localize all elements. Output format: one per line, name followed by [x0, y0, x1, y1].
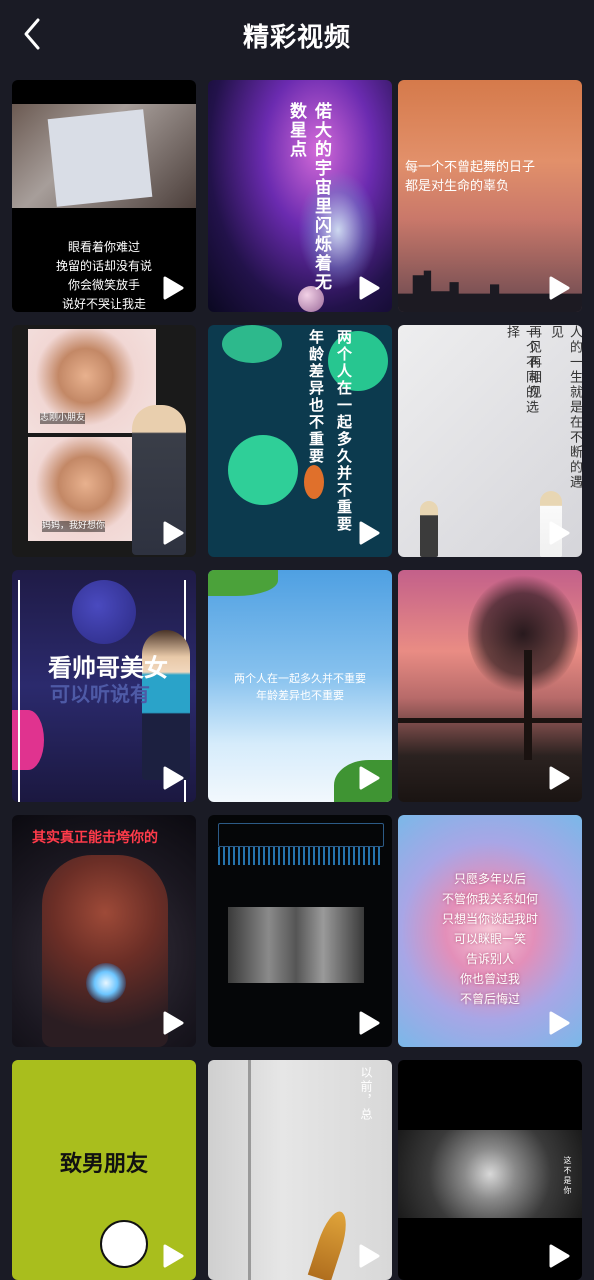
video-caption-15: 这不是你	[563, 1156, 572, 1196]
caption-line: 只愿多年以后	[453, 872, 526, 886]
play-icon	[162, 521, 184, 545]
caption-line: 不曾后悔过	[459, 992, 520, 1006]
book-spine	[248, 1060, 251, 1280]
play-icon	[548, 521, 570, 545]
planet-icon	[12, 710, 44, 770]
leaf-branch	[208, 570, 278, 596]
video-caption-8: 两个人在一起多久并不重要 年龄差异也不重要	[208, 670, 392, 704]
video-caption-7b: 可以听说有	[50, 682, 150, 706]
page-title: 精彩视频	[242, 23, 351, 53]
caption-line: 眼看着你难过	[67, 240, 140, 254]
play-icon	[548, 766, 570, 790]
caption-line: 只想当你谈起我时	[441, 912, 538, 926]
video-thumbnail-12[interactable]: 只愿多年以后 不管你我关系如何 只想当你谈起我时 可以眯眼一笑 告诉别人 你也曾…	[398, 815, 582, 1047]
play-icon	[358, 766, 380, 790]
video-thumbnail-6[interactable]: 人的一生就是在不断的遇见 再见再相见 一个不同的选择	[398, 325, 582, 557]
video-caption-6c: 一个不同的选择	[504, 325, 538, 415]
play-icon	[548, 276, 570, 300]
subway-photo	[228, 907, 364, 983]
video-thumbnail-8[interactable]: 两个人在一起多久并不重要 年龄差异也不重要	[208, 570, 392, 802]
play-icon	[358, 1244, 380, 1268]
video-caption-13: 致男朋友	[59, 1152, 148, 1177]
play-icon	[162, 766, 184, 790]
play-icon	[162, 1011, 184, 1035]
caption-line: 年龄差异也不重要	[256, 689, 344, 702]
video-thumbnail-15[interactable]: 这不是你	[398, 1060, 582, 1280]
play-icon	[358, 276, 380, 300]
video-thumbnail-9[interactable]	[398, 570, 582, 802]
video-caption-6: 人的一生就是在不断的遇见	[548, 325, 582, 490]
video-thumbnail-5[interactable]: 两个人在一起多久并不重要 年龄差异也不重要	[208, 325, 392, 557]
caption-line: 你也曾过我	[459, 972, 520, 986]
play-icon	[358, 1011, 380, 1035]
caption-line: 可以眯眼一笑	[453, 932, 526, 946]
play-icon	[548, 1011, 570, 1035]
play-icon	[162, 276, 184, 300]
video-thumbnail-11[interactable]	[208, 815, 392, 1047]
play-icon	[548, 1244, 570, 1268]
portrait-photo	[398, 1130, 582, 1218]
armored-hero	[42, 855, 168, 1047]
feather-icon	[307, 1208, 353, 1280]
caption-line: 都是对生命的辜负	[405, 179, 510, 194]
video-thumbnail-2[interactable]: 偌大的宇宙里闪烁着无数星点	[208, 80, 392, 312]
tree-silhouette	[468, 574, 578, 694]
lily-pad	[228, 435, 298, 505]
lily-pad	[222, 325, 282, 363]
video-caption-14: 以前，总	[359, 1066, 373, 1122]
video-thumbnail-3[interactable]: 每一个不曾起舞的日子 都是对生命的辜负	[398, 80, 582, 312]
video-caption-5: 两个人在一起多久并不重要	[335, 329, 353, 533]
video-thumbnail-1[interactable]: 眼看着你难过 挽留的话却没有说 你会微笑放手 说好不哭让我走	[12, 80, 196, 312]
meme-face-icon	[100, 1220, 148, 1268]
video-caption-4: 志刚小朋友	[40, 413, 86, 424]
frame-line	[18, 580, 20, 802]
video-caption-5b: 年龄差异也不重要	[307, 329, 325, 465]
video-caption-1: 眼看着你难过 挽留的话却没有说 你会微笑放手 说好不哭让我走	[12, 238, 196, 312]
video-caption-4b: 妈妈，我好想你	[42, 521, 106, 532]
video-thumbnail-13[interactable]: 致男朋友	[12, 1060, 196, 1280]
video-caption-10: 其实真正能击垮你的	[32, 830, 158, 846]
book-page	[47, 109, 153, 207]
video-grid: 眼看着你难过 挽留的话却没有说 你会微笑放手 说好不哭让我走 偌大的宇宙里闪烁着…	[12, 80, 582, 1280]
video-thumbnail-7[interactable]: 看帅哥美女 可以听说有	[12, 570, 196, 802]
play-icon	[162, 1244, 184, 1268]
video-thumbnail-4[interactable]: 志刚小朋友 妈妈，我好想你	[12, 325, 196, 557]
video-caption-7: 看帅哥美女	[48, 654, 168, 682]
caption-line: 挽留的话却没有说	[55, 259, 152, 273]
koi-fish	[304, 465, 324, 499]
video-thumbnail-10[interactable]: 其实真正能击垮你的	[12, 815, 196, 1047]
app-header: 精彩视频	[0, 0, 594, 70]
caption-line: 不管你我关系如何	[441, 892, 538, 906]
caption-line: 告诉别人	[465, 952, 514, 966]
tree-trunk	[524, 650, 532, 760]
audio-bars	[218, 847, 382, 865]
cartoon-woman	[420, 501, 438, 557]
arc-reactor	[86, 963, 126, 1003]
video-caption-12: 只愿多年以后 不管你我关系如何 只想当你谈起我时 可以眯眼一笑 告诉别人 你也曾…	[398, 869, 582, 1009]
video-caption-2: 偌大的宇宙里闪烁着无数星点	[286, 102, 331, 292]
caption-line: 每一个不曾起舞的日子	[405, 160, 536, 175]
hud-frame	[218, 823, 384, 847]
video-caption-3: 每一个不曾起舞的日子 都是对生命的辜负	[405, 158, 535, 196]
planet-icon	[72, 580, 136, 644]
video-thumbnail-14[interactable]: 以前，总	[208, 1060, 392, 1280]
play-icon	[358, 521, 380, 545]
caption-line: 两个人在一起多久并不重要	[234, 672, 366, 685]
fence	[398, 718, 582, 723]
